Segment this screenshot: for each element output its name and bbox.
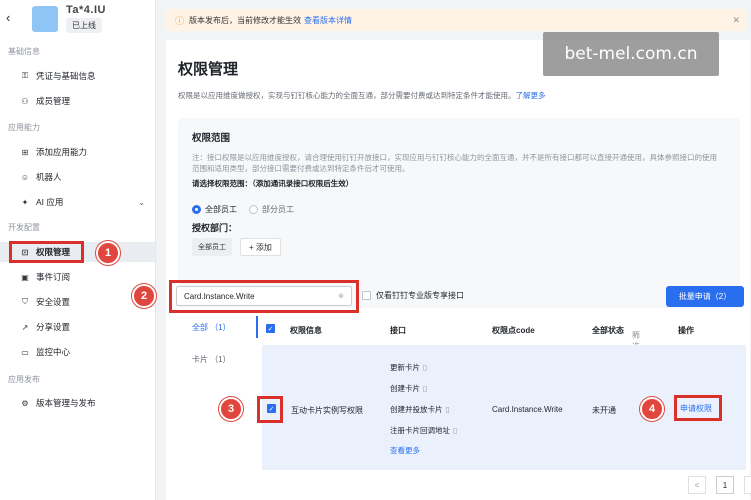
app-name: Ta*4.IU	[66, 4, 106, 16]
step-badge-4: 4	[640, 397, 664, 421]
sidebar-item-robot[interactable]: ☺ 机器人	[0, 167, 155, 187]
next-page-button[interactable]: >	[744, 476, 751, 494]
view-more-link[interactable]: 查看更多	[390, 445, 420, 456]
section-title-basic: 基础信息	[8, 47, 40, 56]
category-card[interactable]: 卡片 （1）	[178, 348, 258, 370]
close-icon[interactable]: ✕	[732, 15, 740, 26]
prev-page-button[interactable]: <	[688, 476, 706, 494]
scope-title: 权限范围	[192, 133, 231, 144]
share-icon: ↗	[21, 322, 29, 332]
sidebar-item-credentials[interactable]: ⚿ 凭证与基础信息	[0, 66, 155, 86]
back-chevron-icon[interactable]: ‹	[6, 10, 10, 25]
highlight-box-apply	[674, 395, 722, 421]
section-title-dev-config: 开发配置	[8, 223, 40, 232]
doc-icon: ▯	[423, 363, 428, 372]
page-title: 权限管理	[178, 61, 239, 78]
dept-chip: 全部员工	[192, 238, 232, 256]
only-pro-checkbox[interactable]	[362, 291, 371, 300]
sidebar-item-events[interactable]: ▣ 事件订阅	[0, 267, 155, 287]
search-icon: ⌕	[632, 330, 637, 339]
header-interface: 接口	[390, 326, 406, 335]
row-permission-code: Card.Instance.Write	[492, 405, 563, 414]
highlight-box-permissions	[9, 241, 84, 263]
radio-partial-staff-label: 部分员工	[262, 205, 294, 214]
dept-label: 授权部门：	[192, 223, 238, 233]
header-code: 权限点code	[492, 326, 535, 335]
interface-item[interactable]: 创建并投放卡片 ▯	[390, 404, 450, 415]
doc-icon: ▯	[445, 405, 450, 414]
pagination: < 1 >	[678, 476, 751, 494]
chevron-down-icon: ⌄	[138, 197, 145, 207]
page-description: 权限是以应用维度做授权，实现与钉钉核心能力的全面互通，部分需要付费或达到特定条件…	[178, 91, 546, 100]
key-icon: ⚿	[21, 71, 29, 80]
only-pro-filter[interactable]: 仅看钉钉专业版专享接口	[362, 290, 464, 301]
category-all[interactable]: 全部 （1）	[178, 316, 258, 338]
step-badge-1: 1	[96, 241, 120, 265]
scope-radio-group: 全部员工 部分员工	[192, 204, 306, 215]
section-title-capability: 应用能力	[8, 123, 40, 132]
shield-icon: ⛉	[22, 297, 28, 306]
learn-more-link[interactable]: 了解更多	[516, 91, 546, 100]
page-number-button[interactable]: 1	[716, 476, 734, 494]
doc-icon: ▯	[423, 384, 428, 393]
monitor-icon: ▭	[21, 347, 29, 357]
watermark: bet-mel.com.cn	[543, 32, 719, 76]
grid-icon: ⊞	[21, 147, 29, 157]
table-header: ✓ 权限信息 接口 权限点code 全部状态 筛选 ⌕ 操作	[266, 324, 694, 351]
sidebar-item-versions[interactable]: ⚙ 版本管理与发布	[0, 393, 155, 413]
highlight-box-row-checkbox	[257, 396, 283, 423]
radio-all-staff[interactable]	[192, 205, 201, 214]
row-status: 未开通	[592, 406, 616, 415]
version-icon: ⚙	[21, 398, 29, 408]
interface-item[interactable]: 创建卡片 ▯	[390, 383, 427, 394]
notice-link[interactable]: 查看版本详情	[304, 15, 352, 26]
radio-partial-staff[interactable]	[249, 205, 258, 214]
header-status: 全部状态	[592, 326, 624, 335]
row-permission-name: 互动卡片实例写权限	[291, 406, 363, 415]
user-icon: ⚇	[21, 96, 29, 106]
sidebar-item-share[interactable]: ↗ 分享设置	[0, 317, 155, 337]
step-badge-3: 3	[219, 397, 243, 421]
main-panel: 权限管理 权限是以应用维度做授权，实现与钉钉核心能力的全面互通，部分需要付费或达…	[166, 40, 751, 500]
app-avatar	[32, 6, 58, 32]
scope-note: 注：接口权限是以应用维度授权，请合理使用钉钉开放接口，实现应用与钉钉核心能力的全…	[192, 153, 717, 173]
radio-all-staff-label: 全部员工	[205, 205, 237, 214]
interface-item[interactable]: 注册卡片回调地址 ▯	[390, 425, 457, 436]
select-all-checkbox[interactable]: ✓	[266, 324, 275, 333]
sidebar-item-monitor[interactable]: ▭ 监控中心	[0, 342, 155, 362]
event-icon: ▣	[21, 272, 29, 282]
sidebar-item-ai-app[interactable]: ✦ AI 应用 ⌄	[0, 192, 155, 212]
release-notice: ⓘ 版本发布后，当前修改才能生效 查看版本详情 ✕	[166, 9, 746, 31]
notice-text: 版本发布后，当前修改才能生效	[189, 15, 302, 25]
sidebar-item-members[interactable]: ⚇ 成员管理	[0, 91, 155, 111]
interface-item[interactable]: 更新卡片 ▯	[390, 362, 427, 373]
highlight-box-search	[169, 280, 359, 313]
sidebar-item-add-capability[interactable]: ⊞ 添加应用能力	[0, 142, 155, 162]
scope-subtitle: 请选择权限范围：（添加通讯录接口权限后生效）	[192, 179, 354, 188]
ai-icon: ✦	[21, 197, 29, 207]
robot-icon: ☺	[20, 172, 30, 182]
header-info: 权限信息	[290, 326, 322, 335]
add-dept-button[interactable]: + 添加	[240, 238, 281, 256]
warning-icon: ⓘ	[175, 15, 185, 26]
step-badge-2: 2	[132, 284, 156, 308]
header-operation: 操作	[678, 326, 694, 335]
section-title-release: 应用发布	[8, 375, 40, 384]
app-status-badge: 已上线	[66, 18, 102, 33]
doc-icon: ▯	[453, 426, 458, 435]
batch-apply-button[interactable]: 批量申请（2）	[666, 286, 744, 307]
